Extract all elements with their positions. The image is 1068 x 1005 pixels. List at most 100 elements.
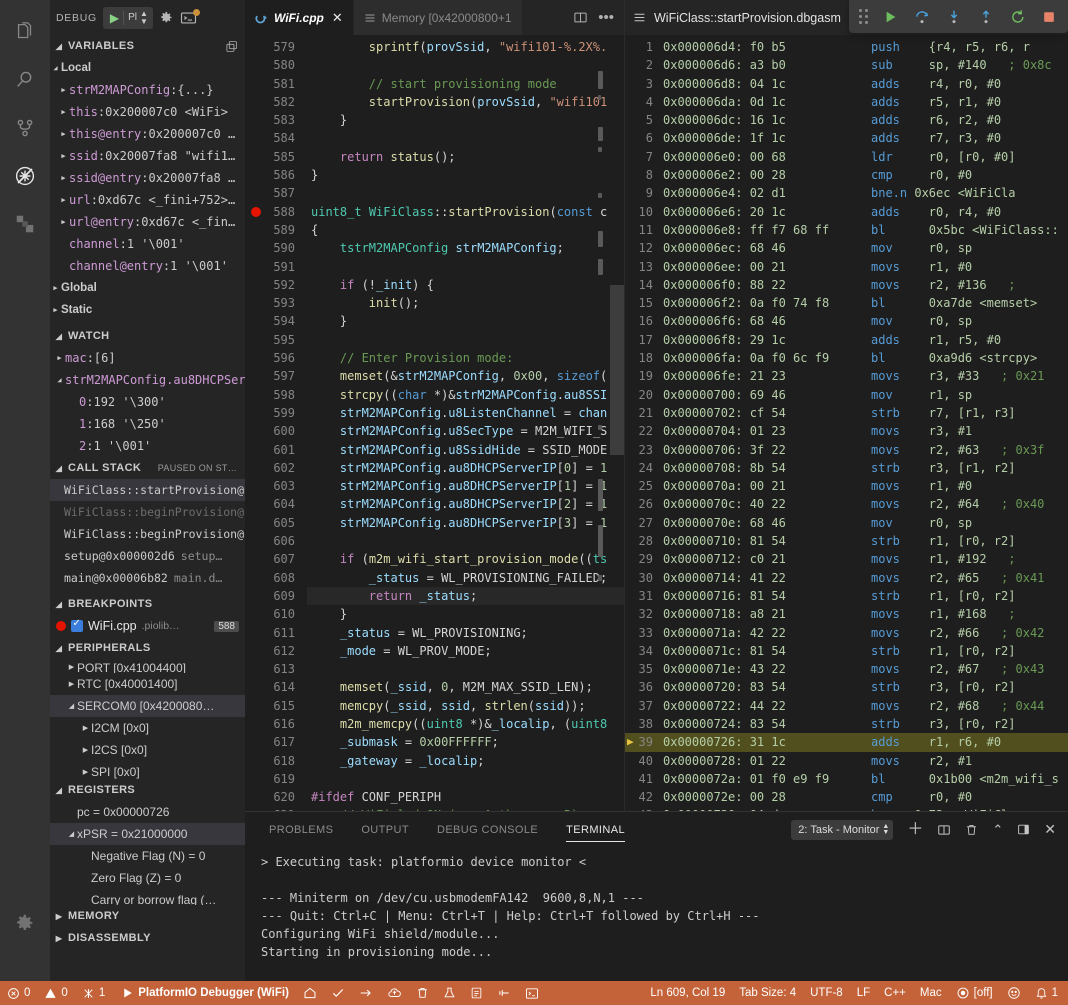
line-number[interactable]: 621 [245,806,307,811]
extensions-icon[interactable] [0,200,50,248]
code-line[interactable]: memset(&strM2MAPConfig, 0x00, sizeof( [307,367,624,385]
debug-config-name[interactable]: Pl [124,12,140,23]
disassembly-row[interactable]: 130x000006ee: 00 21movs r1, #0 [625,258,1068,276]
code-line[interactable]: // Enter Provision mode: [307,349,624,367]
code-line[interactable]: _status = WL_PROVISIONING; [307,624,624,642]
disassembly-row[interactable]: 230x00000706: 3f 22movs r2, #63 ; 0x3f [625,441,1068,459]
terminal-output[interactable]: > Executing task: platformio device moni… [245,847,1068,981]
disassembly-row[interactable]: 370x00000722: 44 22movs r2, #68 ; 0x44 [625,697,1068,715]
disassembly-row[interactable]: 290x00000712: c0 21movs r1, #192 ; [625,550,1068,568]
line-number[interactable]: 586 [245,166,307,184]
disassembly-row[interactable]: 430x00000730: 04 dabge.n 0x73c <WiFiCla [625,806,1068,811]
warnings-count[interactable]: 0 [37,981,74,1005]
disassembly-row[interactable]: 50x000006dc: 16 1cadds r6, r2, #0 [625,111,1068,129]
pio-test[interactable] [436,981,463,1005]
variable-row[interactable]: ▶this@entry: 0x200007c0 … [50,123,245,145]
disassembly-row[interactable]: 220x00000704: 01 23movs r3, #1 [625,422,1068,440]
line-number[interactable]: 594 [245,312,307,330]
line-number[interactable]: 615 [245,697,307,715]
start-debugging-button[interactable]: ▶ Pl ▲▼ [103,7,153,29]
source-code-text[interactable]: sprintf(provSsid, "wifi101-%.2X%. // sta… [307,35,624,811]
code-line[interactable] [307,129,624,147]
errors-count[interactable]: 0 [0,981,37,1005]
close-icon[interactable]: ✕ [332,10,343,26]
screencast-mode[interactable]: [off] [949,981,1000,1005]
search-icon[interactable] [0,56,50,104]
line-number[interactable]: 609 [245,587,307,605]
feedback-smiley[interactable] [1000,981,1028,1005]
line-number[interactable]: 596 [245,349,307,367]
disassembly-row[interactable]: 180x000006fa: 0a f0 6c f9bl 0xa9d6 <strc… [625,349,1068,367]
cursor-position[interactable]: Ln 609, Col 19 [643,981,732,1005]
disassembly-row[interactable]: 10x000006d4: f0 b5push {r4, r5, r6, r [625,38,1068,56]
line-number[interactable]: 592 [245,276,307,294]
line-number[interactable]: 598 [245,386,307,404]
source-code-area[interactable]: 5795805815825835845855865875885895905915… [245,35,624,811]
code-line[interactable]: return _status; [307,587,624,605]
tab-terminal[interactable]: TERMINAL [552,812,639,847]
disassembly-row[interactable]: 200x00000700: 69 46mov r1, sp [625,386,1068,404]
code-line[interactable]: if (m2m_wifi_start_provision_mode((ts [307,550,624,568]
pio-clean[interactable] [409,981,436,1005]
disassembly-row[interactable]: 380x00000724: 83 54strb r3, [r0, r2] [625,715,1068,733]
code-line[interactable]: strM2MAPConfig.au8DHCPServerIP[2] = 1 [307,495,624,513]
peripheral-row[interactable]: ▶I2CM [0x0] [50,717,245,739]
line-number[interactable]: 591 [245,258,307,276]
disassembly-row[interactable]: 120x000006ec: 68 46mov r0, sp [625,239,1068,257]
disassembly-row[interactable]: 240x00000708: 8b 54strb r3, [r1, r2] [625,459,1068,477]
maximize-panel-icon[interactable]: ⌃ [992,822,1003,838]
variable-row[interactable]: ▶url@entry: 0xd67c <_fin… [50,211,245,233]
grip-handle-icon[interactable] [859,9,868,24]
register-row[interactable]: Negative Flag (N) = 0 [50,845,245,867]
stack-frame[interactable]: main@0x00006b82main.d… [50,567,245,589]
watch-row[interactable]: ◢strM2MAPConfig.au8DHCPSer… [50,369,245,391]
line-number[interactable]: 616 [245,715,307,733]
split-terminal-icon[interactable] [937,823,951,837]
line-number[interactable]: 583 [245,111,307,129]
disassembly-row[interactable]: 280x00000710: 81 54strb r1, [r0, r2] [625,532,1068,550]
register-row[interactable]: pc = 0x00000726 [50,801,245,823]
pio-serial-monitor[interactable] [490,981,518,1005]
disassembly-row[interactable]: 150x000006f2: 0a f0 74 f8bl 0xa7de <mems… [625,294,1068,312]
tab-problems[interactable]: PROBLEMS [255,812,347,847]
variable-row[interactable]: channel: 1 '\001' [50,233,245,255]
pio-tasks[interactable] [463,981,490,1005]
peripheral-row[interactable]: ◢SERCOM0 [0x4200080… [50,695,245,717]
code-line[interactable]: _gateway = _localip; [307,752,624,770]
breakpoint-checkbox[interactable] [71,620,83,632]
kill-terminal-icon[interactable] [965,823,978,837]
stack-frame[interactable]: WiFiClass::beginProvision@ [50,501,245,523]
line-number[interactable]: 608 [245,569,307,587]
disassembly-row[interactable]: 100x000006e6: 20 1cadds r0, r4, #0 [625,203,1068,221]
line-number[interactable]: 613 [245,660,307,678]
line-number[interactable]: 606 [245,532,307,550]
watch-pane-header[interactable]: ◢ WATCH [50,325,245,347]
code-line[interactable]: _submask = 0x00FFFFFF; [307,733,624,751]
continue-icon[interactable] [884,10,898,24]
more-actions-icon[interactable]: ••• [598,14,614,22]
code-line[interactable]: return status(); [307,148,624,166]
line-number[interactable]: 603 [245,477,307,495]
register-row[interactable]: Carry or borrow flag (… [50,889,245,905]
open-debug-console-icon[interactable] [180,11,197,25]
line-number[interactable]: 602 [245,459,307,477]
ports-count[interactable]: 1 [75,981,112,1005]
disassembly-row[interactable]: 60x000006de: 1f 1cadds r7, r3, #0 [625,129,1068,147]
run-debug-icon[interactable] [0,152,50,200]
disassembly-listing[interactable]: 10x000006d4: f0 b5push {r4, r5, r6, r20x… [625,35,1068,811]
code-line[interactable]: memset(_ssid, 0, M2M_MAX_SSID_LEN); [307,678,624,696]
line-number[interactable]: 580 [245,56,307,74]
code-line[interactable]: m2m_memcpy((uint8 *)&_localip, (uint8 [307,715,624,733]
tab-wifi-cpp[interactable]: WiFi.cpp ✕ [245,0,354,35]
disassembly-row[interactable]: 360x00000720: 83 54strb r3, [r0, r2] [625,678,1068,696]
disassembly-row[interactable]: 190x000006fe: 21 23movs r3, #33 ; 0x21 [625,367,1068,385]
watch-row[interactable]: 2: 1 '\001' [50,435,245,457]
disassembly-row[interactable]: ▶390x00000726: 31 1cadds r1, r6, #0 [625,733,1068,751]
code-line[interactable] [307,184,624,202]
eol[interactable]: LF [850,981,877,1005]
disassembly-row[interactable]: 420x0000072e: 00 28cmp r0, #0 [625,788,1068,806]
code-line[interactable] [307,660,624,678]
pio-home[interactable] [296,981,324,1005]
pio-build[interactable] [324,981,352,1005]
code-line[interactable]: _mode = WL_PROV_MODE; [307,642,624,660]
